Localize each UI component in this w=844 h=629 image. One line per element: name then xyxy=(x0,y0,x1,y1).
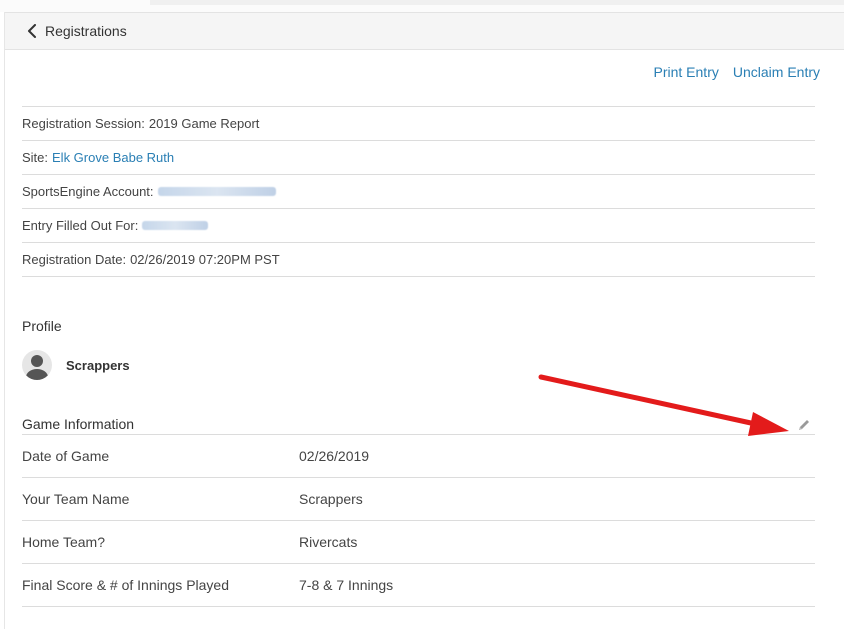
profile-name: Scrappers xyxy=(66,357,130,373)
info-row-session: Registration Session: 2019 Game Report xyxy=(22,107,815,141)
row-value: Scrappers xyxy=(299,491,363,507)
info-row-entry-for: Entry Filled Out For: xyxy=(22,209,815,243)
game-information-table: Date of Game 02/26/2019 Your Team Name S… xyxy=(22,434,815,607)
table-row: Date of Game 02/26/2019 xyxy=(22,435,815,478)
top-strip xyxy=(0,0,844,12)
chevron-left-icon xyxy=(28,24,36,38)
date-label: Registration Date: xyxy=(22,252,127,267)
user-icon xyxy=(26,355,48,380)
row-label: Your Team Name xyxy=(22,491,130,507)
account-label: SportsEngine Account: xyxy=(22,184,154,199)
entry-actions: Print Entry Unclaim Entry xyxy=(654,64,821,80)
game-information-title: Game Information xyxy=(22,416,135,432)
row-value: 7-8 & 7 Innings xyxy=(299,577,394,593)
table-row: Final Score & # of Innings Played 7-8 & … xyxy=(22,564,815,607)
session-label: Registration Session: xyxy=(22,116,145,131)
site-link[interactable]: Elk Grove Babe Ruth xyxy=(52,150,174,165)
top-bar xyxy=(150,0,844,5)
entry-for-label: Entry Filled Out For: xyxy=(22,218,139,233)
date-value: 02/26/2019 07:20PM PST xyxy=(130,252,280,267)
back-to-registrations-button[interactable]: Registrations xyxy=(27,13,127,49)
profile-item: Scrappers xyxy=(22,350,130,380)
info-row-date: Registration Date: 02/26/2019 07:20PM PS… xyxy=(22,243,815,277)
site-label: Site: xyxy=(22,150,49,165)
entry-for-redacted xyxy=(142,221,209,230)
info-row-site: Site: Elk Grove Babe Ruth xyxy=(22,141,815,175)
row-label: Final Score & # of Innings Played xyxy=(22,577,230,593)
row-value: Rivercats xyxy=(299,534,358,550)
row-label: Date of Game xyxy=(22,448,110,464)
back-label: Registrations xyxy=(45,23,127,39)
registration-info: Registration Session: 2019 Game Report S… xyxy=(22,106,815,277)
unclaim-entry-link[interactable]: Unclaim Entry xyxy=(733,64,820,80)
account-redacted xyxy=(157,187,276,196)
row-value: 02/26/2019 xyxy=(299,448,370,464)
panel-header: Registrations xyxy=(5,12,844,50)
table-row: Your Team Name Scrappers xyxy=(22,478,815,521)
print-entry-link[interactable]: Print Entry xyxy=(654,64,719,80)
session-value: 2019 Game Report xyxy=(148,116,260,131)
row-label: Home Team? xyxy=(22,534,106,550)
avatar xyxy=(22,350,52,380)
profile-title: Profile xyxy=(22,318,62,334)
info-row-account: SportsEngine Account: xyxy=(22,175,815,209)
table-row: Home Team? Rivercats xyxy=(22,521,815,564)
edit-pencil-icon[interactable] xyxy=(797,418,811,432)
